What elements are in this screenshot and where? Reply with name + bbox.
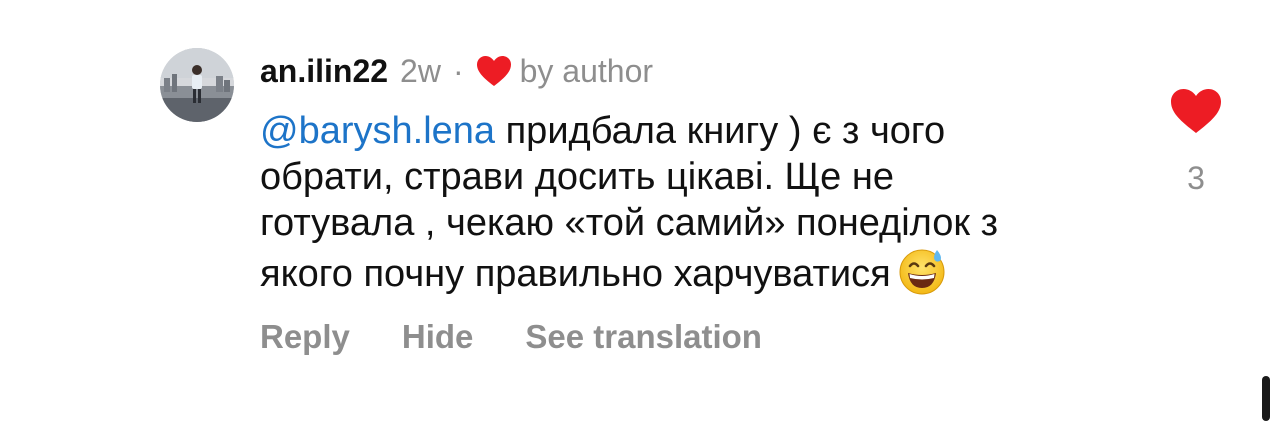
comment-text: @barysh.lena придбала книгу ) є з чого о… [260, 108, 1160, 297]
meta-separator: · [452, 52, 464, 89]
comment-text-line: якого почну правильно харчуватися [260, 253, 891, 295]
see-translation-button[interactable]: See translation [525, 318, 762, 356]
liked-by-author-label: by author [519, 52, 654, 89]
hide-button[interactable]: Hide [402, 318, 474, 356]
comment-text-line: обрати, страви досить цікаві. Ще не [260, 156, 894, 198]
grinning-face-with-sweat-icon [897, 246, 947, 296]
avatar-image [160, 48, 234, 122]
username[interactable]: an.ilin22 [260, 53, 388, 90]
comment-text-line: придбала книгу ) є з чого [495, 110, 946, 152]
scrollbar[interactable] [1262, 376, 1270, 421]
comment-meta: an.ilin22 2w · by author [260, 48, 653, 94]
comment-item: an.ilin22 2w · by author @barysh.lena пр… [0, 0, 1280, 421]
avatar[interactable] [160, 48, 234, 122]
mention-link[interactable]: @barysh.lena [260, 110, 495, 152]
timestamp: 2w [400, 52, 441, 89]
heart-icon [476, 55, 512, 87]
like-heart-icon[interactable] [1170, 88, 1222, 134]
reply-button[interactable]: Reply [260, 318, 350, 356]
comment-actions: Reply Hide See translation [260, 318, 814, 356]
like-count[interactable]: 3 [1170, 160, 1222, 197]
comment-text-line: готувала , чекаю «той самий» понеділок з [260, 202, 998, 244]
